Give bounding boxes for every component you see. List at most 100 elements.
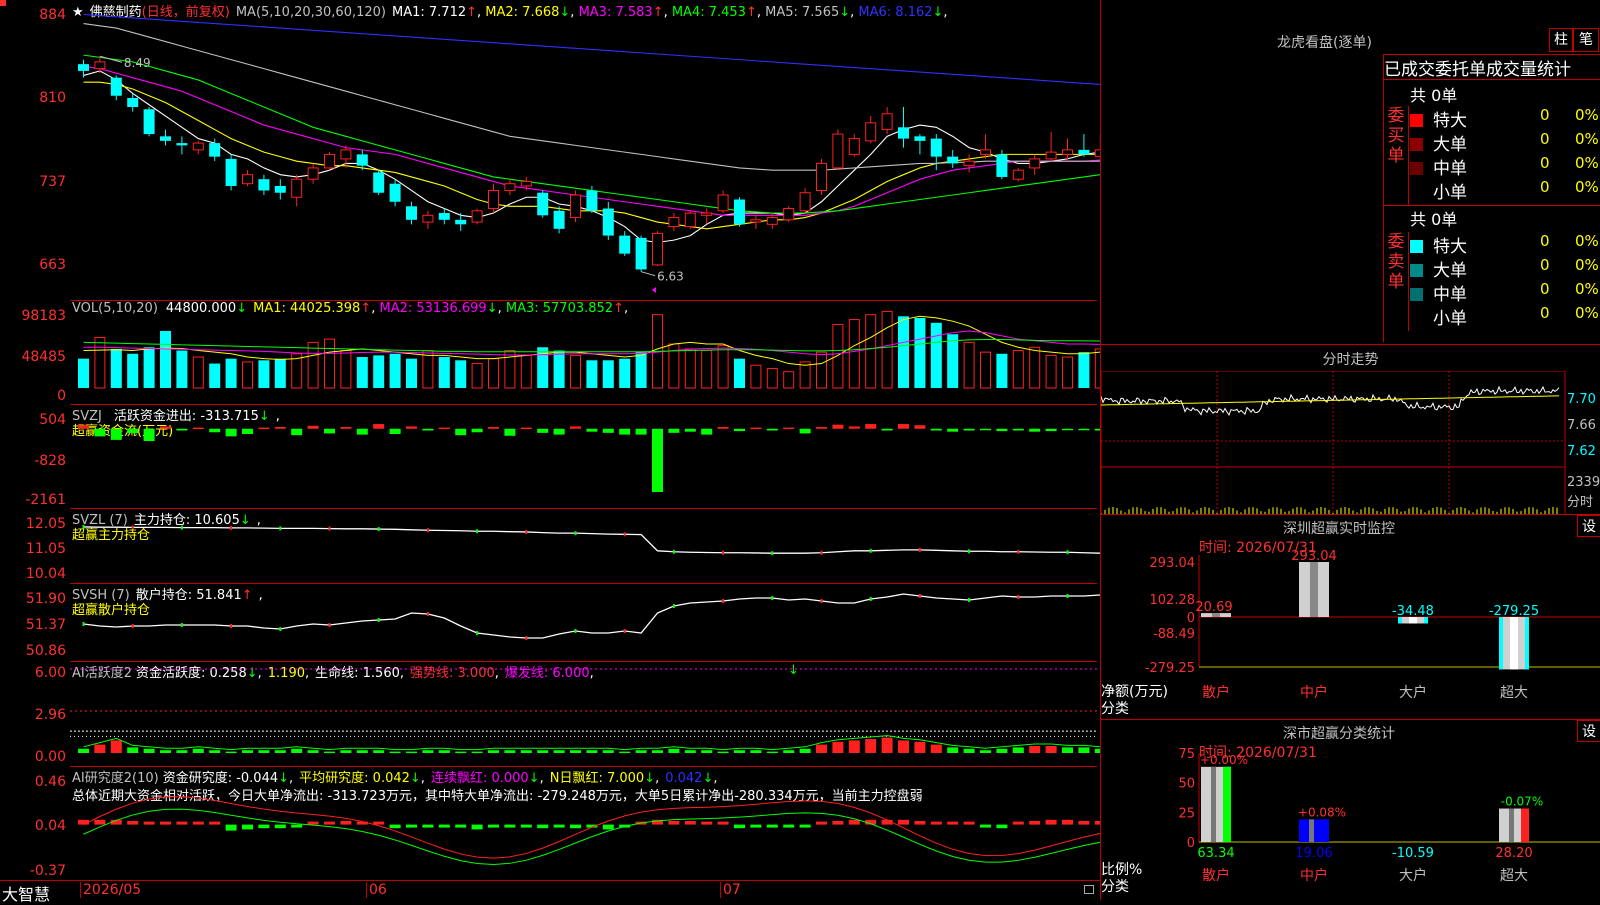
svsh-chart[interactable] bbox=[70, 583, 1100, 660]
candle bbox=[274, 185, 286, 193]
bar bbox=[881, 310, 893, 389]
candle bbox=[78, 64, 89, 71]
candle bbox=[209, 143, 221, 157]
intraday-panel: 分时走势 7.70 7.66 7.62 2339 分时 bbox=[1101, 344, 1600, 515]
bar bbox=[455, 428, 467, 436]
pct-label: +0.08% bbox=[1298, 805, 1346, 819]
bar bbox=[176, 821, 188, 825]
y-label: 0.00 bbox=[34, 749, 66, 765]
bar bbox=[652, 750, 663, 753]
y-label: 737 bbox=[39, 174, 66, 190]
bar bbox=[963, 748, 975, 753]
order-pct: 0% bbox=[1575, 178, 1599, 196]
bar bbox=[963, 821, 975, 825]
lock-icon[interactable] bbox=[1084, 885, 1094, 894]
bar bbox=[258, 427, 270, 430]
bar bbox=[307, 750, 319, 753]
bar bbox=[996, 824, 1008, 829]
bar bbox=[307, 341, 319, 389]
tab-orders[interactable]: 委托单 bbox=[1435, 60, 1486, 79]
order-size-label: 大单 bbox=[1433, 261, 1467, 281]
bar bbox=[209, 363, 221, 388]
bar-mode-button[interactable]: 柱 bbox=[1549, 28, 1573, 52]
ma-line-ma5 bbox=[83, 22, 1100, 171]
bar bbox=[799, 748, 811, 753]
bar bbox=[734, 428, 745, 432]
bar bbox=[799, 361, 811, 389]
candle bbox=[881, 113, 893, 131]
brand-label[interactable]: 大智慧 bbox=[2, 881, 50, 905]
bar bbox=[389, 751, 401, 754]
candle bbox=[94, 61, 106, 70]
candle bbox=[258, 179, 270, 191]
bar bbox=[766, 824, 778, 828]
x-tick: 07 bbox=[720, 882, 741, 898]
candle bbox=[980, 149, 991, 155]
y-label: 50 bbox=[1178, 777, 1195, 792]
tab-volume-stats[interactable]: 成交量统计 bbox=[1486, 60, 1571, 79]
tab-filled[interactable]: 已成交 bbox=[1384, 60, 1435, 79]
bar bbox=[1094, 821, 1100, 825]
pct-label: -0.07% bbox=[1501, 795, 1543, 809]
order-size-label: 特大 bbox=[1433, 111, 1467, 131]
monitor-chart[interactable]: 293.04 102.28 0-88.49 -279.25 20.69 散户 293.04 中… bbox=[1101, 515, 1600, 720]
category-label: 中户 bbox=[1300, 867, 1328, 884]
bar bbox=[848, 426, 860, 429]
intraday-chart[interactable] bbox=[1101, 371, 1600, 515]
bar bbox=[94, 336, 106, 389]
y-label: 7.62 bbox=[1567, 444, 1596, 459]
bar bbox=[766, 751, 778, 754]
low-pointer bbox=[640, 271, 656, 277]
bar bbox=[930, 821, 942, 825]
svzl-chart[interactable] bbox=[70, 508, 1100, 582]
bar bbox=[258, 360, 270, 388]
bar bbox=[192, 748, 204, 753]
volume-chart[interactable] bbox=[70, 300, 1100, 403]
intraday-title: 分时走势 bbox=[1322, 352, 1379, 368]
y-label: 51.37 bbox=[25, 617, 66, 633]
bar bbox=[717, 426, 729, 429]
bar bbox=[94, 428, 106, 437]
bar-stripe bbox=[1509, 808, 1514, 842]
bar bbox=[488, 426, 499, 429]
candle bbox=[668, 217, 680, 228]
sell-section: 委卖单 共 0单 特大 0 0% 大单 0 0% 中单 0 0% 小单 0 0% bbox=[1384, 206, 1600, 331]
bar bbox=[225, 428, 237, 437]
ai-activity-chart[interactable]: ↓ bbox=[70, 661, 1100, 765]
bar bbox=[340, 821, 352, 825]
bar bbox=[816, 821, 827, 825]
order-count: 0 bbox=[1540, 232, 1550, 250]
low-label: 6.63 bbox=[657, 270, 684, 284]
candle bbox=[225, 158, 237, 186]
main-chart-area[interactable]: ★ 佛慈制药(日线，前复权) MA(5,10,20,30,60,120) MA1: 7… bbox=[0, 0, 1101, 904]
color-swatch bbox=[1410, 186, 1423, 199]
category-label: 大户 bbox=[1399, 684, 1427, 701]
bar bbox=[947, 821, 959, 825]
bar bbox=[1062, 428, 1073, 431]
bar-stripe bbox=[1310, 562, 1318, 617]
bar bbox=[406, 358, 417, 388]
value-label: 293.04 bbox=[1291, 549, 1337, 564]
bar-stripe bbox=[1211, 766, 1216, 842]
candle bbox=[996, 154, 1008, 177]
bar bbox=[373, 355, 385, 388]
bar bbox=[930, 428, 942, 431]
bar bbox=[504, 750, 516, 753]
bar-edge bbox=[1521, 808, 1529, 842]
color-swatch bbox=[1410, 288, 1423, 301]
stat-chart[interactable]: 75 50 25 0 +0.00% 63.34 散户 +0.08% 19.06 中户 -10.59 大… bbox=[1101, 720, 1600, 901]
bar bbox=[520, 824, 532, 828]
category-label: 散户 bbox=[1202, 684, 1230, 701]
bar bbox=[274, 358, 286, 388]
bar bbox=[1045, 354, 1057, 389]
candle bbox=[356, 154, 368, 166]
pen-mode-button[interactable]: 笔 bbox=[1573, 28, 1599, 52]
bar bbox=[422, 824, 434, 828]
ai-research-chart[interactable] bbox=[70, 766, 1100, 880]
candle bbox=[717, 194, 729, 212]
candle bbox=[504, 183, 516, 191]
svzj-chart[interactable] bbox=[70, 404, 1100, 507]
order-count: 0 bbox=[1540, 130, 1550, 148]
candlestick-chart[interactable]: 8.49 6.63 bbox=[70, 0, 1100, 300]
y-label: 0.46 bbox=[34, 774, 66, 790]
